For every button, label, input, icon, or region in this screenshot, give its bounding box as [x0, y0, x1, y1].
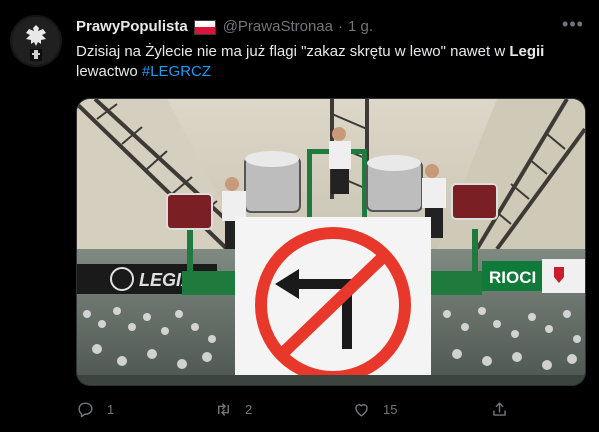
retweet-button[interactable]: 2	[214, 398, 252, 420]
more-icon[interactable]: •••	[560, 14, 586, 38]
tweet-text: Dzisiaj na Żylecie nie ma już flagi "zak…	[76, 42, 586, 82]
tweet-text-bold: Legii	[509, 43, 545, 60]
poland-flag-icon	[193, 19, 216, 35]
user-handle[interactable]: @PrawaStronaa	[223, 17, 333, 37]
share-icon	[493, 401, 506, 416]
share-button[interactable]	[490, 398, 509, 420]
reply-button[interactable]: 1	[76, 398, 114, 420]
like-count: 15	[383, 401, 398, 417]
like-icon	[355, 403, 368, 417]
tweet-header: PrawyPopulista @PrawaStronaa · 1 g.	[76, 17, 373, 37]
tweet-image[interactable]: LEGIA RIOCI	[76, 98, 586, 386]
reply-icon	[78, 401, 93, 417]
reply-count: 1	[107, 401, 115, 417]
tweet-text-part2: lewactwo	[76, 63, 142, 80]
retweet-icon	[218, 402, 229, 416]
timestamp[interactable]: 1 g.	[348, 17, 373, 37]
retweet-count: 2	[245, 401, 253, 417]
display-name[interactable]: PrawyPopulista	[76, 17, 188, 37]
banner-right-text: RIOCI	[489, 268, 536, 287]
tweet-actions: 1 2 15	[76, 398, 506, 420]
stadium-photo: LEGIA RIOCI	[77, 99, 585, 385]
like-button[interactable]: 15	[352, 398, 397, 420]
tweet-text-part1: Dzisiaj na Żylecie nie ma już flagi "zak…	[76, 43, 510, 60]
separator-dot: ·	[337, 18, 343, 35]
tweet[interactable]: PrawyPopulista @PrawaStronaa · 1 g. ••• …	[0, 0, 599, 432]
avatar[interactable]	[10, 15, 62, 67]
hashtag-link[interactable]: #LEGRCZ	[142, 63, 211, 80]
avatar-emblem-icon	[10, 15, 62, 67]
